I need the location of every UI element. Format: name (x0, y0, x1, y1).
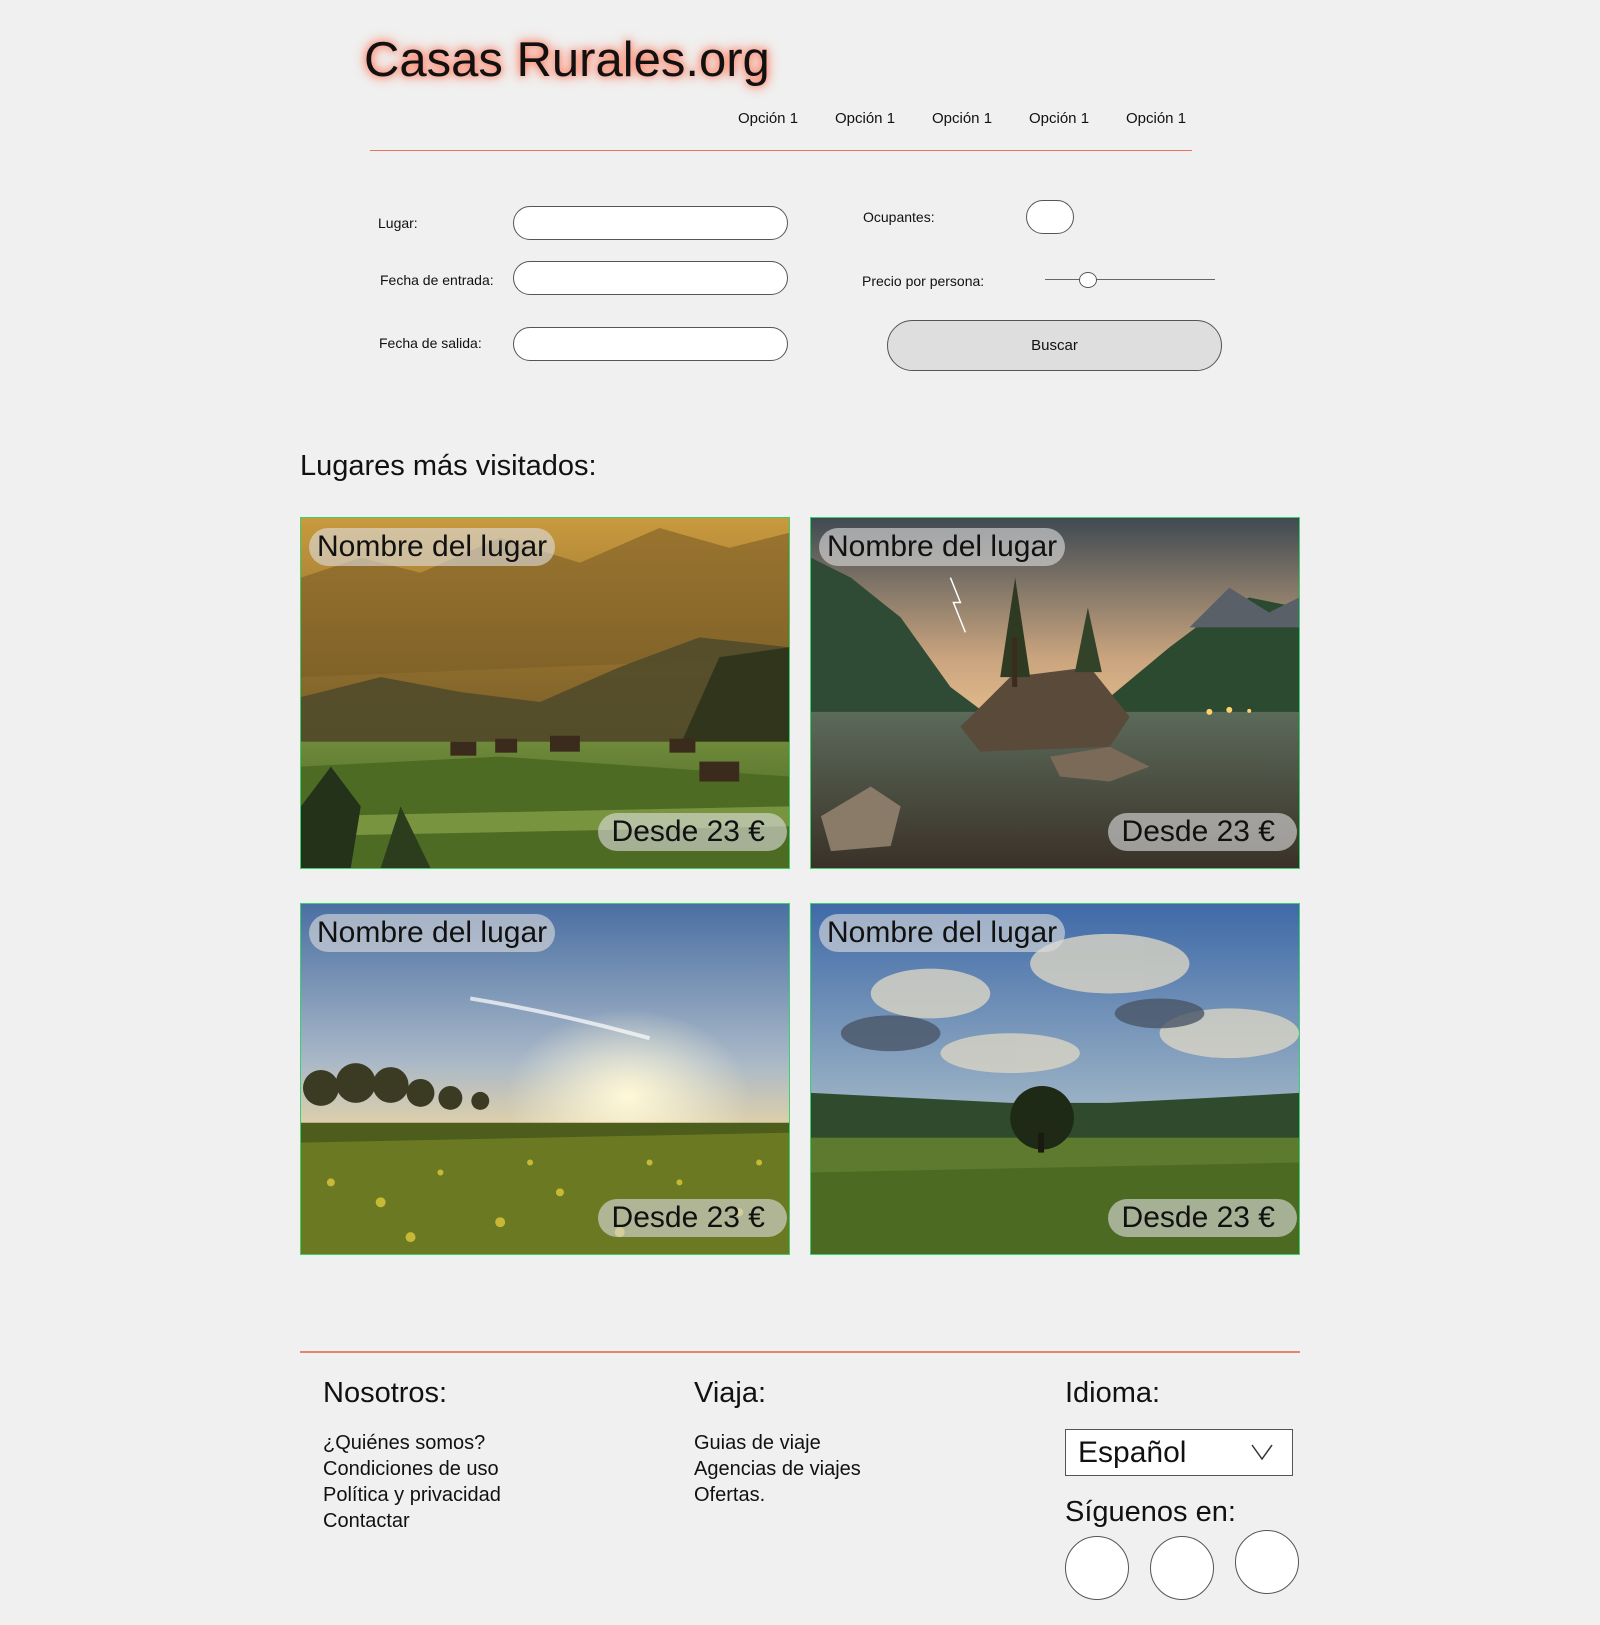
fecha-entrada-input[interactable] (513, 261, 788, 295)
language-select[interactable]: Español (1065, 1429, 1293, 1476)
footer-link-agencias[interactable]: Agencias de viajes (694, 1456, 861, 1482)
ocupantes-label: Ocupantes: (863, 209, 935, 225)
nav-item-1[interactable]: Opción 1 (738, 110, 835, 127)
footer-link-ofertas[interactable]: Ofertas. (694, 1482, 861, 1508)
precio-label: Precio por persona: (862, 273, 985, 289)
footer-viaja-links: Guias de viaje Agencias de viajes Oferta… (694, 1430, 861, 1508)
place-card-1[interactable]: Nombre del lugar Desde 23 € (300, 517, 790, 869)
social-button-3[interactable] (1235, 1530, 1299, 1594)
fecha-salida-label: Fecha de salida: (379, 335, 482, 351)
footer-viaja-title: Viaja: (694, 1377, 767, 1409)
place-card-3[interactable]: Nombre del lugar Desde 23 € (300, 903, 790, 1255)
site-logo[interactable]: Casas Rurales.org (364, 32, 770, 88)
place-card-4[interactable]: Nombre del lugar Desde 23 € (810, 903, 1300, 1255)
place-name: Nombre del lugar (819, 914, 1066, 952)
header-divider (370, 150, 1192, 151)
place-price: Desde 23 € (1107, 1199, 1297, 1237)
fecha-salida-input[interactable] (513, 327, 788, 361)
place-name: Nombre del lugar (309, 914, 556, 952)
nav-item-4[interactable]: Opción 1 (1029, 110, 1126, 127)
social-button-1[interactable] (1065, 1536, 1129, 1600)
place-name: Nombre del lugar (819, 528, 1066, 566)
nav-item-5[interactable]: Opción 1 (1126, 110, 1223, 127)
language-selected: Español (1078, 1435, 1187, 1469)
lugar-label: Lugar: (378, 215, 418, 231)
precio-slider-knob[interactable] (1078, 272, 1097, 288)
precio-slider-track[interactable] (1045, 279, 1215, 280)
place-name: Nombre del lugar (309, 528, 556, 566)
chevron-down-icon (1251, 1444, 1273, 1461)
footer-link-quienes-somos[interactable]: ¿Quiénes somos? (323, 1430, 501, 1456)
footer-link-contactar[interactable]: Contactar (323, 1508, 501, 1534)
nav-item-3[interactable]: Opción 1 (932, 110, 1029, 127)
main-nav: Opción 1 Opción 1 Opción 1 Opción 1 Opci… (738, 110, 1223, 127)
ocupantes-input[interactable] (1026, 200, 1074, 234)
buscar-button[interactable]: Buscar (887, 320, 1222, 371)
footer-divider (300, 1351, 1300, 1353)
nav-item-2[interactable]: Opción 1 (835, 110, 932, 127)
footer-idioma-title: Idioma: (1065, 1377, 1161, 1409)
footer-link-politica[interactable]: Política y privacidad (323, 1482, 501, 1508)
place-card-2[interactable]: Nombre del lugar Desde 23 € (810, 517, 1300, 869)
place-price: Desde 23 € (597, 813, 787, 851)
footer-link-condiciones[interactable]: Condiciones de uso (323, 1456, 501, 1482)
place-price: Desde 23 € (1107, 813, 1297, 851)
lugar-input[interactable] (513, 206, 788, 240)
place-price: Desde 23 € (597, 1199, 787, 1237)
footer-link-guias[interactable]: Guias de viaje (694, 1430, 861, 1456)
footer-nosotros-title: Nosotros: (323, 1377, 448, 1409)
section-title-places: Lugares más visitados: (300, 450, 597, 482)
footer-siguenos-title: Síguenos en: (1065, 1496, 1236, 1528)
footer-nosotros-links: ¿Quiénes somos? Condiciones de uso Polít… (323, 1430, 501, 1534)
social-button-2[interactable] (1150, 1536, 1214, 1600)
fecha-entrada-label: Fecha de entrada: (380, 272, 494, 288)
